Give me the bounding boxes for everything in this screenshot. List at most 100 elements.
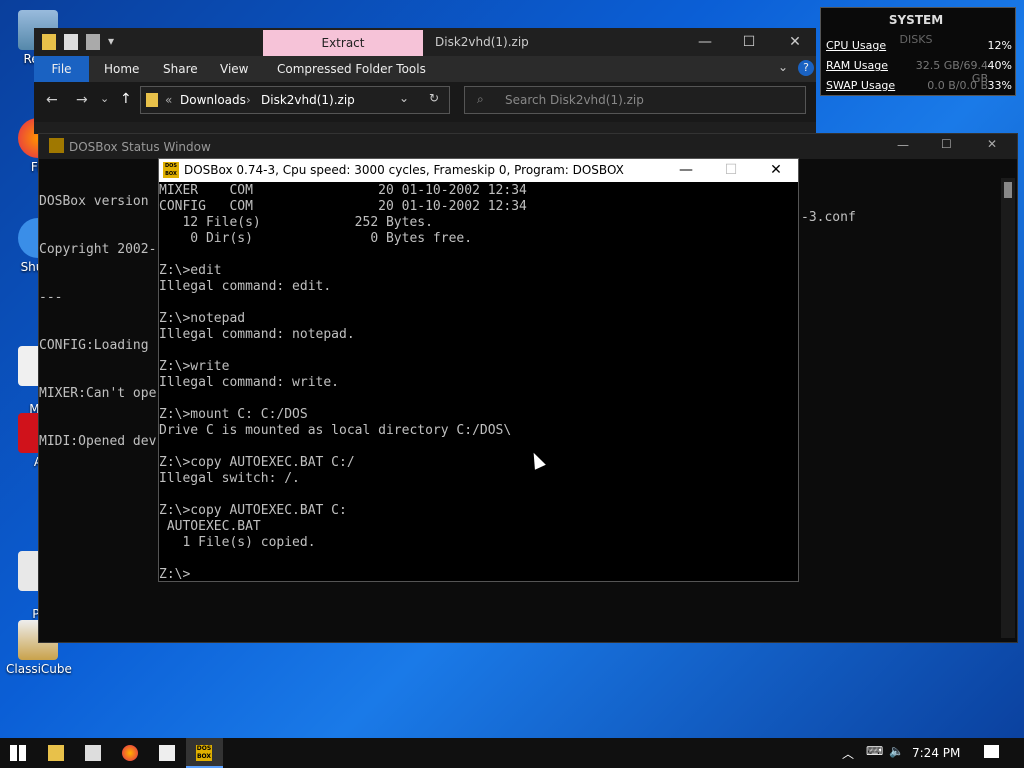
console-line: Z:\> <box>159 567 191 581</box>
refresh-icon[interactable]: ↻ <box>429 91 439 105</box>
close-button[interactable]: ✕ <box>987 137 997 151</box>
up-arrow-icon[interactable]: ↑ <box>120 91 132 107</box>
console-line: Illegal command: edit. <box>159 279 332 294</box>
window-title: Disk2vhd(1).zip <box>435 35 529 49</box>
start-button[interactable] <box>0 738 37 768</box>
status-config-path: -3.conf <box>801 210 856 225</box>
console-line: Illegal command: notepad. <box>159 327 355 342</box>
taskbar-clock[interactable]: 7:24 PM <box>912 746 960 760</box>
dosbox-logo-icon <box>49 138 64 153</box>
ram-usage-row: RAM Usage 32.5 GB/69.4 GB 40% <box>826 59 1012 85</box>
taskbar-file-explorer[interactable] <box>38 738 75 768</box>
file-explorer-window: ▾ Extract Disk2vhd(1).zip — ☐ ✕ File Hom… <box>34 28 816 134</box>
dosbox-icon: DOS BOX <box>196 745 212 761</box>
console-line: CONFIG COM 20 01-10-2002 12:34 <box>159 199 527 214</box>
minimize-button[interactable]: — <box>897 138 909 152</box>
taskbar-firefox[interactable] <box>112 738 149 768</box>
tab-share[interactable]: Share <box>163 62 198 76</box>
close-button[interactable]: ✕ <box>753 159 799 182</box>
quick-access-toolbar: ▾ <box>42 34 118 50</box>
chevron-down-icon[interactable]: ▾ <box>108 34 118 50</box>
console-line: Z:\>edit <box>159 263 222 278</box>
address-dropdown-icon[interactable]: ⌄ <box>399 91 409 105</box>
tray-chevron-up-icon[interactable]: ︿ <box>842 745 854 762</box>
widget-title: SYSTEM <box>888 13 944 27</box>
dosbox-titlebar: DOS BOX DOSBox 0.74-3, Cpu speed: 3000 c… <box>159 159 798 182</box>
action-center-icon[interactable] <box>984 745 999 758</box>
volume-muted-icon[interactable]: 🔈 <box>889 744 904 758</box>
explorer-titlebar: ▾ Extract Disk2vhd(1).zip — ☐ ✕ <box>34 28 816 56</box>
chevron-down-icon[interactable]: ⌄ <box>778 60 788 74</box>
dos-console[interactable]: MIXER COM 20 01-10-2002 12:34 CONFIG COM… <box>159 183 798 581</box>
status-line: Copyright 2002- <box>39 242 157 257</box>
extract-tab[interactable]: Extract <box>263 30 423 56</box>
folder-icon <box>146 93 158 107</box>
address-bar[interactable]: « Downloads › Disk2vhd(1).zip ⌄ ↻ <box>140 86 450 114</box>
properties-icon[interactable] <box>64 34 78 50</box>
dosbox-window: DOS BOX DOSBox 0.74-3, Cpu speed: 3000 c… <box>158 158 799 582</box>
console-line: Illegal command: write. <box>159 375 340 390</box>
console-line: Illegal switch: /. <box>159 471 300 486</box>
close-button[interactable]: ✕ <box>772 28 818 56</box>
breadcrumb-zip[interactable]: Disk2vhd(1).zip <box>261 93 355 107</box>
swap-usage-label[interactable]: SWAP Usage <box>826 79 895 92</box>
network-icon[interactable]: ⌨ <box>866 744 883 758</box>
console-line: Drive C is mounted as local directory C:… <box>159 423 512 438</box>
search-icon: ⌕ <box>477 92 484 106</box>
cpu-usage-percent: 12% <box>987 39 1012 52</box>
console-line: MIXER COM 20 01-10-2002 12:34 <box>159 183 527 198</box>
forward-arrow-icon[interactable]: → <box>76 92 88 108</box>
tab-compressed-folder-tools[interactable]: Compressed Folder Tools <box>277 62 426 76</box>
taskbar-dosbox[interactable]: DOS BOX <box>186 738 223 768</box>
taskbar: DOS BOX ︿ ⌨ 🔈 7:24 PM <box>0 738 1024 768</box>
ram-usage-percent: 40% <box>987 59 1012 72</box>
swap-usage-row: SWAP Usage 0.0 B/0.0 B 33% <box>826 79 1012 95</box>
search-box[interactable]: ⌕ Search Disk2vhd(1).zip <box>464 86 806 114</box>
ram-usage-label[interactable]: RAM Usage <box>826 59 888 72</box>
address-bar-row: ← → ⌄ ↑ « Downloads › Disk2vhd(1).zip ⌄ … <box>34 82 816 122</box>
status-window-title: DOSBox Status Window <box>69 140 211 154</box>
folder-icon[interactable] <box>42 34 56 50</box>
cpu-usage-label[interactable]: CPU Usage <box>826 39 886 52</box>
minimize-button[interactable]: — <box>663 159 709 182</box>
taskbar-cube-app[interactable] <box>149 738 186 768</box>
taskbar-store[interactable] <box>75 738 112 768</box>
status-line: --- <box>39 290 63 305</box>
new-folder-icon[interactable] <box>86 34 100 50</box>
cpu-usage-row: CPU Usage 12% <box>826 39 1012 55</box>
maximize-button[interactable]: ☐ <box>726 28 772 56</box>
status-line: MIDI:Opened dev <box>39 434 157 449</box>
search-input[interactable]: Search Disk2vhd(1).zip <box>505 93 644 107</box>
swap-usage-percent: 33% <box>987 79 1012 92</box>
help-icon[interactable]: ? <box>798 60 814 76</box>
console-line: Z:\>copy AUTOEXEC.BAT C: <box>159 503 347 518</box>
scrollbar-thumb[interactable] <box>1004 182 1012 198</box>
breadcrumb-downloads[interactable]: Downloads <box>180 93 246 107</box>
firefox-icon <box>122 745 138 761</box>
console-line: 0 Dir(s) 0 Bytes free. <box>159 231 473 246</box>
maximize-button[interactable]: ☐ <box>708 159 754 182</box>
store-bag-icon <box>85 745 101 761</box>
breadcrumb-chevron-icon: › <box>246 93 251 107</box>
minimize-button[interactable]: — <box>682 28 728 56</box>
back-arrow-icon[interactable]: ← <box>46 92 58 108</box>
tab-file[interactable]: File <box>34 56 89 82</box>
maximize-button[interactable]: ☐ <box>941 137 952 151</box>
tab-home[interactable]: Home <box>104 62 139 76</box>
console-line: Z:\>copy AUTOEXEC.BAT C:/ <box>159 455 355 470</box>
status-titlebar: DOSBox Status Window — ☐ ✕ <box>39 134 1017 159</box>
recent-chevron-icon[interactable]: ⌄ <box>100 92 109 105</box>
windows-logo-icon <box>10 745 26 761</box>
dosbox-title: DOSBox 0.74-3, Cpu speed: 3000 cycles, F… <box>184 163 624 177</box>
status-scrollbar[interactable] <box>1001 178 1015 638</box>
console-line: 12 File(s) 252 Bytes. <box>159 215 433 230</box>
cube-icon <box>159 745 175 761</box>
tab-view[interactable]: View <box>220 62 248 76</box>
system-monitor-widget: SYSTEM DISKS CPU Usage 12% RAM Usage 32.… <box>820 7 1016 96</box>
